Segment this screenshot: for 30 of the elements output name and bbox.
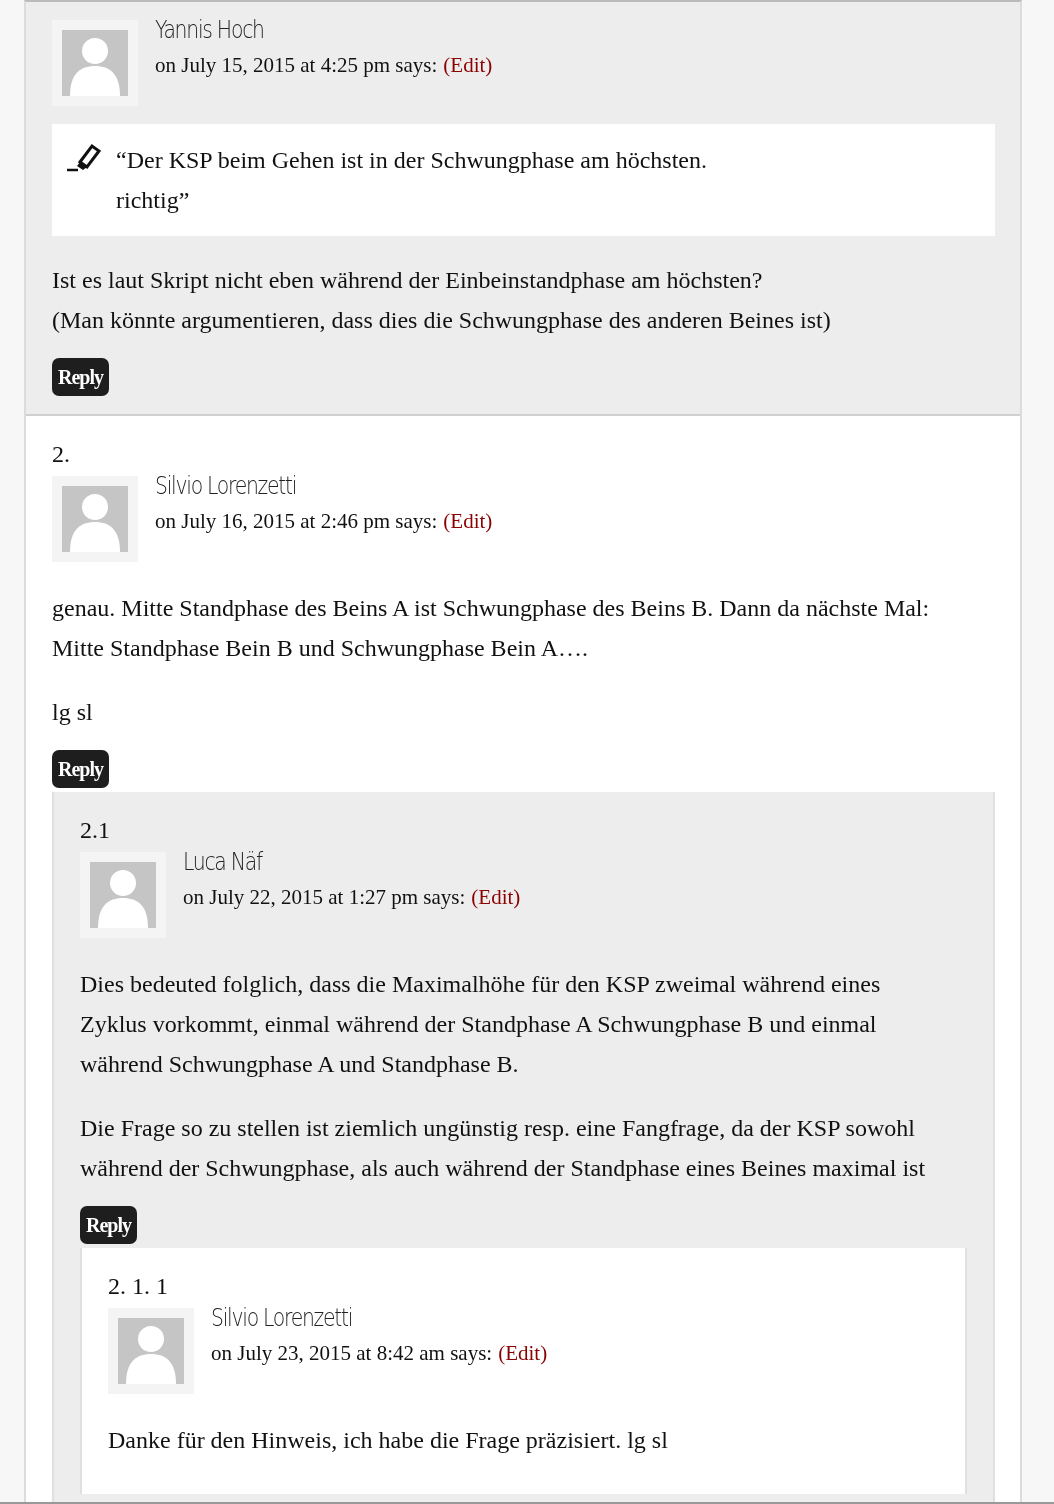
avatar-icon xyxy=(108,1308,194,1394)
edit-link[interactable]: (Edit) xyxy=(443,506,493,536)
comment-meta: on July 23, 2015 at 8:42 am says: xyxy=(211,1340,493,1367)
comment-text: genau. Mitte Standphase des Beins A ist Schwungphase des Beins B. Dann da nächste Mal: Mitte Standphase Bein B und Schwungphase Bein A…. xyxy=(52,594,931,663)
comment-meta: on July 15, 2015 at 4:25 pm says: xyxy=(155,52,438,79)
avatar-icon xyxy=(52,20,138,106)
comment-text: lg sl xyxy=(52,698,94,727)
comment-meta: on July 16, 2015 at 2:46 pm says: xyxy=(155,508,438,535)
reply-button[interactable]: Reply xyxy=(52,358,109,396)
quote-text: “Der KSP beim Gehen ist in der Schwungphase am höchsten. richtig” xyxy=(116,146,707,215)
avatar-icon xyxy=(52,476,138,562)
comment-text: Danke für den Hinweis, ich habe die Frage präzisiert. lg sl xyxy=(108,1426,669,1455)
comment-meta: on July 22, 2015 at 1:27 pm says: xyxy=(183,884,466,911)
edit-link[interactable]: (Edit) xyxy=(498,1338,548,1368)
comment-text: Ist es laut Skript nicht eben während der Einbeinstandphase am höchsten? (Man könnte argumentieren, dass dies die Schwungphase des anderen Beines ist) xyxy=(52,266,832,335)
comment-text: Dies bedeuted folglich, dass die Maximalhöhe für den KSP zweimal während eines Zyklus vorkommt, einmal während der Standphase A Schwungphase B und einmal während Schwungphase A und Standphase B. xyxy=(80,970,882,1079)
edit-link[interactable]: (Edit) xyxy=(443,50,493,80)
reply-button[interactable]: Reply xyxy=(52,750,109,788)
edit-link[interactable]: (Edit) xyxy=(471,882,521,912)
comment-number: 2. 1. 1 xyxy=(108,1272,169,1300)
comment-number: 2. xyxy=(52,440,71,468)
author-name: Yannis Hoch xyxy=(155,15,265,46)
comment-number: 2.1 xyxy=(80,816,111,844)
highlighter-icon xyxy=(66,142,102,172)
reply-button[interactable]: Reply xyxy=(80,1206,137,1244)
comment-text: Die Frage so zu stellen ist ziemlich ungünstig resp. eine Fangfrage, da der KSP sowohl während der Schwungphase, als auch während der Standphase eines Beines maximal ist xyxy=(80,1114,927,1183)
avatar-icon xyxy=(80,852,166,938)
author-name: Silvio Lorenzetti xyxy=(155,471,298,502)
author-name: Luca Näf xyxy=(183,847,264,878)
author-name: Silvio Lorenzetti xyxy=(211,1303,354,1334)
